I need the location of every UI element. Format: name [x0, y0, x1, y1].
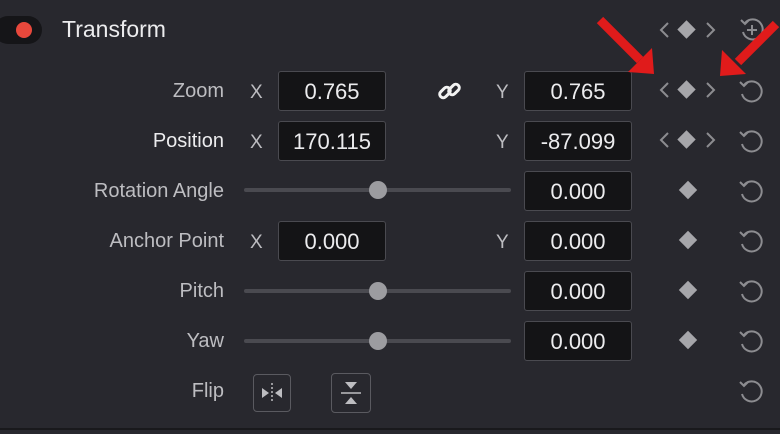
- toggle-indicator: [16, 22, 32, 38]
- diamond-icon: [677, 20, 696, 39]
- zoom-keyframe-nav: [659, 80, 716, 99]
- pitch-value-field[interactable]: 0.000: [524, 271, 632, 311]
- zoom-y-axis-label: Y: [496, 82, 509, 103]
- red-arrow-icon: [720, 20, 780, 76]
- anchor-y-field[interactable]: 0.000: [524, 221, 632, 261]
- pitch-reset-icon[interactable]: [736, 276, 766, 306]
- diamond-icon[interactable]: [676, 328, 700, 352]
- anchor-y-axis-label: Y: [496, 232, 509, 253]
- chevron-right-icon: [706, 132, 716, 148]
- panel-header: Transform: [0, 0, 780, 60]
- anchor-point-label: Anchor Point: [109, 230, 224, 252]
- flip-horizontal-icon: [262, 383, 282, 403]
- chevron-right-icon: [706, 82, 716, 98]
- yaw-slider-knob[interactable]: [369, 332, 387, 350]
- position-reset-icon[interactable]: [736, 126, 766, 156]
- pitch-label: Pitch: [179, 280, 224, 302]
- flip-horizontal-button[interactable]: [253, 374, 291, 412]
- red-arrow-icon: [596, 16, 654, 74]
- transform-panel: Transform Zoom X 0.765 Y 0.765 Position …: [0, 0, 780, 434]
- diamond-icon[interactable]: [676, 178, 700, 202]
- chevron-right-icon: [706, 22, 716, 38]
- zoom-x-field[interactable]: 0.765: [278, 71, 386, 111]
- flip-vertical-button[interactable]: [331, 373, 371, 413]
- position-keyframe-nav: [659, 130, 716, 149]
- rotation-slider-knob[interactable]: [369, 181, 387, 199]
- anchor-reset-icon[interactable]: [736, 226, 766, 256]
- diamond-icon: [677, 130, 696, 149]
- diamond-icon[interactable]: [676, 278, 700, 302]
- position-x-axis-label: X: [250, 132, 263, 153]
- diamond-icon: [677, 80, 696, 99]
- diamond-icon[interactable]: [676, 228, 700, 252]
- position-x-field[interactable]: 170.115: [278, 121, 386, 161]
- rotation-reset-icon[interactable]: [736, 176, 766, 206]
- zoom-label: Zoom: [172, 80, 224, 102]
- position-label: Position: [152, 130, 224, 152]
- flip-vertical-icon: [341, 382, 361, 404]
- chevron-left-icon: [659, 22, 669, 38]
- panel-title: Transform: [62, 16, 166, 42]
- pitch-slider-knob[interactable]: [369, 282, 387, 300]
- anchor-x-axis-label: X: [250, 232, 263, 253]
- enable-toggle[interactable]: [0, 16, 42, 44]
- position-y-field[interactable]: -87.099: [524, 121, 632, 161]
- flip-reset-icon[interactable]: [736, 376, 766, 406]
- zoom-x-axis-label: X: [250, 82, 263, 103]
- chevron-left-icon: [659, 132, 669, 148]
- anchor-x-field[interactable]: 0.000: [278, 221, 386, 261]
- flip-label: Flip: [191, 380, 224, 402]
- chevron-left-icon: [659, 82, 669, 98]
- rotation-angle-label: Rotation Angle: [93, 180, 224, 202]
- yaw-label: Yaw: [186, 330, 224, 352]
- yaw-reset-icon[interactable]: [736, 326, 766, 356]
- header-keyframe-nav: [659, 20, 716, 39]
- rotation-value-field[interactable]: 0.000: [524, 171, 632, 211]
- yaw-value-field[interactable]: 0.000: [524, 321, 632, 361]
- position-y-axis-label: Y: [496, 132, 509, 153]
- panel-divider: [0, 428, 780, 430]
- link-icon[interactable]: [436, 78, 464, 106]
